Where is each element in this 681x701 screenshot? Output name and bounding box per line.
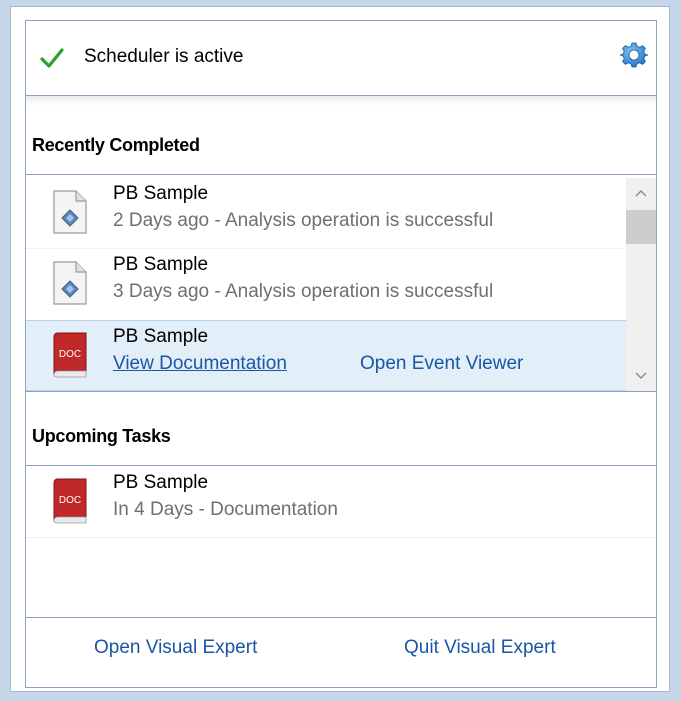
scheduler-panel: Scheduler is active Recently Completed P… — [25, 20, 657, 688]
recent-list-bottom-rule — [26, 391, 656, 392]
upcoming-tasks-header: Upcoming Tasks — [32, 426, 171, 446]
list-item[interactable]: DOC PB Sample In 4 Days - Documentation — [26, 467, 656, 537]
upcoming-tasks-rule — [26, 465, 656, 466]
task-detail: In 4 Days - Documentation — [113, 499, 338, 520]
footer-rule — [26, 617, 656, 618]
document-file-icon — [53, 190, 87, 234]
scroll-down-arrow-icon[interactable] — [626, 361, 656, 391]
open-event-viewer-link[interactable]: Open Event Viewer — [360, 353, 523, 375]
recently-completed-rule — [26, 174, 656, 175]
scheduler-status-text: Scheduler is active — [84, 46, 244, 67]
list-item[interactable]: PB Sample 3 Days ago - Analysis operatio… — [26, 249, 626, 319]
scroll-up-arrow-icon[interactable] — [626, 178, 656, 208]
open-visual-expert-link[interactable]: Open Visual Expert — [94, 637, 257, 659]
list-item[interactable]: PB Sample 2 Days ago - Analysis operatio… — [26, 178, 626, 248]
doc-book-icon: DOC — [53, 478, 87, 524]
task-name: PB Sample — [113, 254, 209, 275]
quit-visual-expert-link[interactable]: Quit Visual Expert — [404, 637, 556, 659]
view-documentation-link[interactable]: View Documentation — [113, 353, 287, 375]
book-badge-text: DOC — [59, 495, 81, 506]
vertical-scrollbar[interactable] — [626, 178, 656, 391]
list-item-selected[interactable]: DOC PB Sample View Documentation Open Ev… — [26, 320, 626, 391]
doc-book-icon: DOC — [53, 332, 87, 378]
status-divider-shadow — [26, 96, 656, 106]
task-name: PB Sample — [113, 326, 209, 347]
row-divider — [26, 537, 656, 538]
task-name: PB Sample — [113, 472, 209, 493]
task-name: PB Sample — [113, 183, 209, 204]
gear-icon[interactable] — [620, 41, 648, 69]
check-icon — [40, 48, 64, 68]
document-file-icon — [53, 261, 87, 305]
recently-completed-list[interactable]: PB Sample 2 Days ago - Analysis operatio… — [26, 178, 656, 391]
status-bar: Scheduler is active — [26, 21, 656, 96]
scroll-thumb[interactable] — [626, 210, 656, 244]
task-detail: 2 Days ago - Analysis operation is succe… — [113, 210, 494, 231]
task-detail: 3 Days ago - Analysis operation is succe… — [113, 281, 494, 302]
recently-completed-header: Recently Completed — [32, 135, 200, 155]
book-badge-text: DOC — [59, 349, 81, 360]
